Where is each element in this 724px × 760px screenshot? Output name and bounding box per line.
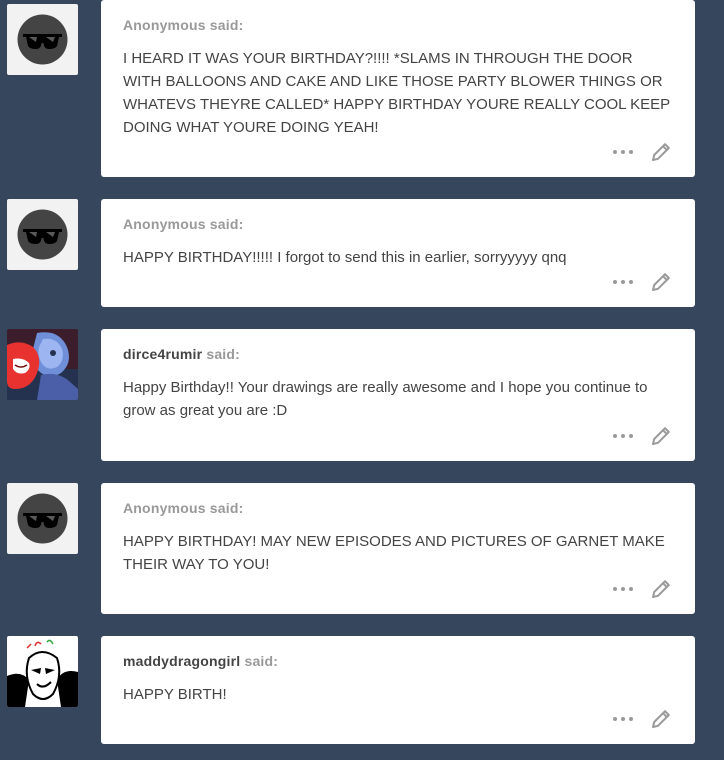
ask-message: HAPPY BIRTHDAY! MAY NEW EPISODES AND PIC… [123, 533, 665, 573]
more-options-icon[interactable] [613, 717, 633, 721]
said-label: said: [244, 653, 279, 669]
edit-pencil-icon[interactable] [651, 579, 671, 599]
edit-pencil-icon[interactable] [651, 709, 671, 729]
anonymous-avatar[interactable] [7, 483, 78, 554]
post-controls [613, 271, 671, 293]
anonymous-avatar[interactable] [7, 4, 78, 75]
post-controls [613, 708, 671, 730]
asker-name: Anonymous [123, 216, 206, 232]
dirce4rumir-avatar[interactable] [7, 329, 78, 400]
said-label: said: [209, 500, 244, 516]
edit-pencil-icon[interactable] [651, 142, 671, 162]
said-label: said: [209, 17, 244, 33]
ask-header: dirce4rumir said: [123, 346, 673, 362]
said-label: said: [206, 346, 241, 362]
ask-message: I HEARD IT WAS YOUR BIRTHDAY?!!!! *SLAMS… [123, 50, 670, 136]
ask-header: Anonymous said: [123, 500, 673, 516]
ask-message: HAPPY BIRTH! [123, 686, 227, 703]
ask-card: Anonymous said: HAPPY BIRTHDAY!!!!! I fo… [101, 199, 695, 307]
ask-header: Anonymous said: [123, 17, 673, 33]
ask-header: Anonymous said: [123, 216, 673, 232]
edit-pencil-icon[interactable] [651, 272, 671, 292]
post-controls [613, 141, 671, 163]
ask-message: HAPPY BIRTHDAY!!!!! I forgot to send thi… [123, 249, 567, 266]
more-options-icon[interactable] [613, 587, 633, 591]
anonymous-avatar[interactable] [7, 199, 78, 270]
said-label: said: [209, 216, 244, 232]
asker-name[interactable]: maddydragongirl [123, 653, 240, 669]
post-controls [613, 425, 671, 447]
ask-card: maddydragongirl said: HAPPY BIRTH! [101, 636, 695, 744]
ask-card: Anonymous said: HAPPY BIRTHDAY! MAY NEW … [101, 483, 695, 614]
ask-card: dirce4rumir said: Happy Birthday!! Your … [101, 329, 695, 461]
asker-name: Anonymous [123, 17, 206, 33]
edit-pencil-icon[interactable] [651, 426, 671, 446]
ask-header: maddydragongirl said: [123, 653, 673, 669]
asker-name[interactable]: dirce4rumir [123, 346, 202, 362]
ask-card: Anonymous said: I HEARD IT WAS YOUR BIRT… [101, 0, 695, 177]
asker-name: Anonymous [123, 500, 206, 516]
more-options-icon[interactable] [613, 150, 633, 154]
post-controls [613, 578, 671, 600]
more-options-icon[interactable] [613, 434, 633, 438]
more-options-icon[interactable] [613, 280, 633, 284]
maddydragongirl-avatar[interactable] [7, 636, 78, 707]
ask-message: Happy Birthday!! Your drawings are reall… [123, 379, 648, 419]
